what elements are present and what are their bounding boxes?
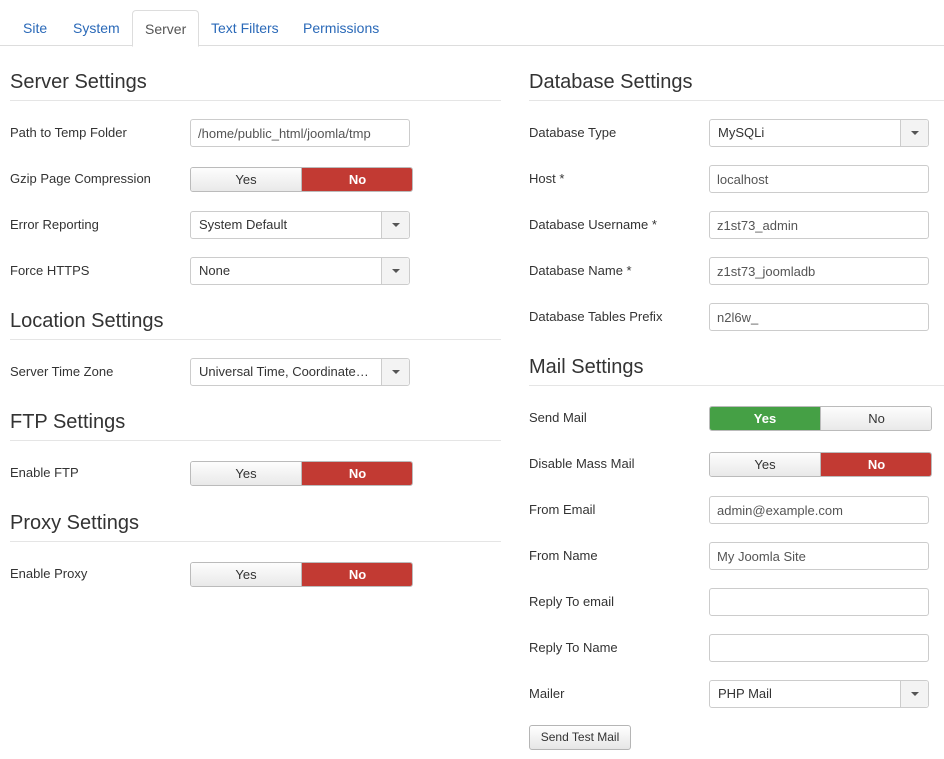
send-mail-no-button[interactable]: No [821,407,931,430]
mass-mail-yes-button[interactable]: Yes [710,453,821,476]
enable-ftp-toggle: Yes No [190,461,413,486]
mass-mail-label: Disable Mass Mail [529,456,635,471]
database-username-input[interactable] [709,211,929,239]
reply-email-input[interactable] [709,588,929,616]
enable-ftp-label: Enable FTP [10,465,79,480]
host-input[interactable] [709,165,929,193]
divider [10,339,501,340]
tab-site[interactable]: Site [11,10,59,46]
tab-permissions[interactable]: Permissions [291,10,391,46]
mail-settings-title: Mail Settings [529,356,644,378]
reply-name-input[interactable] [709,634,929,662]
error-reporting-value: System Default [199,217,288,232]
send-test-mail-button[interactable]: Send Test Mail [529,725,631,750]
gzip-yes-button[interactable]: Yes [191,168,302,191]
divider [529,385,944,386]
tab-text-filters[interactable]: Text Filters [199,10,291,46]
database-settings-title: Database Settings [529,71,693,93]
divider [10,440,501,441]
divider [529,100,944,101]
proxy-settings-title: Proxy Settings [10,512,139,534]
database-name-input[interactable] [709,257,929,285]
from-name-input[interactable] [709,542,929,570]
proxy-yes-button[interactable]: Yes [191,563,302,586]
from-name-label: From Name [529,548,598,563]
tab-server[interactable]: Server [132,10,200,47]
tab-system[interactable]: System [61,10,132,46]
mass-mail-toggle: Yes No [709,452,932,477]
reply-email-label: Reply To email [529,594,615,609]
chevron-down-icon[interactable] [381,212,409,238]
divider [10,100,501,101]
enable-proxy-toggle: Yes No [190,562,413,587]
database-name-label: Database Name * [529,263,632,278]
server-settings-title: Server Settings [10,71,147,93]
timezone-value: Universal Time, Coordinated (UTC) [199,364,373,379]
database-type-select[interactable]: MySQLi [709,119,929,147]
send-mail-toggle: Yes No [709,406,932,431]
timezone-label: Server Time Zone [10,364,114,379]
timezone-select[interactable]: Universal Time, Coordinated (UTC) [190,358,410,386]
chevron-down-icon[interactable] [381,258,409,284]
chevron-down-icon[interactable] [900,681,928,707]
mailer-select[interactable]: PHP Mail [709,680,929,708]
mass-mail-no-button[interactable]: No [821,453,931,476]
database-type-label: Database Type [529,125,617,140]
chevron-down-icon[interactable] [900,120,928,146]
error-reporting-select[interactable]: System Default [190,211,410,239]
temp-path-input[interactable] [190,119,410,147]
ftp-no-button[interactable]: No [302,462,412,485]
database-type-value: MySQLi [718,125,765,140]
temp-path-label: Path to Temp Folder [10,125,127,140]
location-settings-title: Location Settings [10,310,164,332]
ftp-settings-title: FTP Settings [10,411,126,433]
proxy-no-button[interactable]: No [302,563,412,586]
gzip-label: Gzip Page Compression [10,171,151,186]
force-https-label: Force HTTPS [10,263,90,278]
force-https-value: None [199,263,231,278]
ftp-yes-button[interactable]: Yes [191,462,302,485]
reply-name-label: Reply To Name [529,640,618,655]
database-username-label: Database Username * [529,217,657,232]
mailer-label: Mailer [529,686,565,701]
divider [10,541,501,542]
table-prefix-input[interactable] [709,303,929,331]
send-mail-label: Send Mail [529,410,587,425]
enable-proxy-label: Enable Proxy [10,566,88,581]
gzip-toggle: Yes No [190,167,413,192]
send-mail-yes-button[interactable]: Yes [710,407,821,430]
tab-bar: Site System Server Text Filters Permissi… [0,0,944,47]
table-prefix-label: Database Tables Prefix [529,309,663,324]
error-reporting-label: Error Reporting [10,217,99,232]
from-email-label: From Email [529,502,596,517]
host-label: Host * [529,171,565,186]
gzip-no-button[interactable]: No [302,168,412,191]
mailer-value: PHP Mail [718,686,772,701]
from-email-input[interactable] [709,496,929,524]
force-https-select[interactable]: None [190,257,410,285]
chevron-down-icon[interactable] [381,359,409,385]
